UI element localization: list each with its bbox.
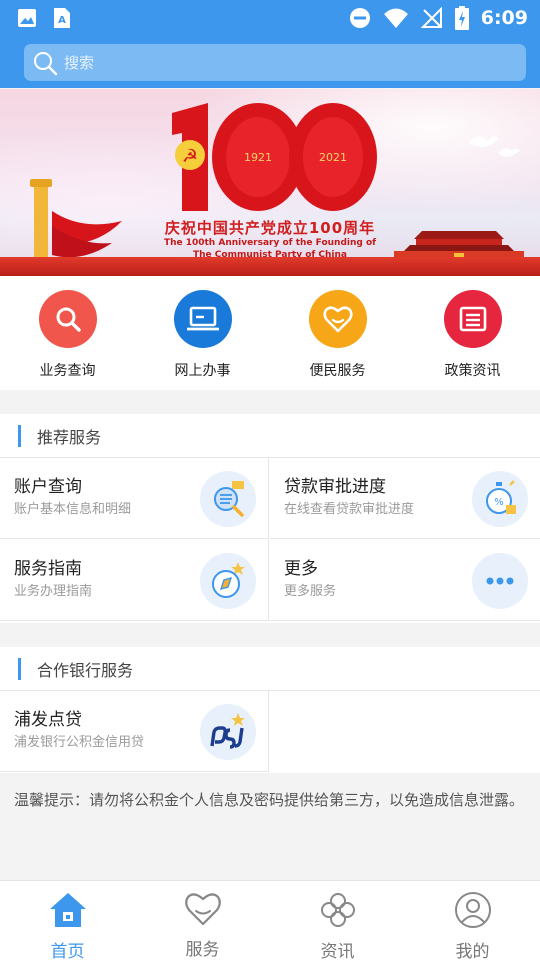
wifi-icon <box>383 8 408 28</box>
tab-label: 资讯 <box>320 942 355 960</box>
banner-title-en-1: The 100th Anniversary of the Founding of <box>163 238 377 248</box>
search-icon <box>34 51 58 75</box>
quick-action-label: 便民服务 <box>309 363 366 379</box>
card-subtitle: 账户基本信息和明细 <box>14 502 132 517</box>
card-subtitle: 在线查看贷款审批进度 <box>284 502 415 517</box>
tab-services[interactable]: 服务 <box>135 891 270 960</box>
service-loan-progress[interactable]: 贷款审批进度 在线查看贷款审批进度 % <box>270 458 540 539</box>
quick-action-label: 政策资讯 <box>444 363 501 379</box>
heart-icon <box>308 290 367 348</box>
warm-tip-notice: 温馨提示：请勿将公积金个人信息及密码提供给第三方，以免造成信息泄露。 <box>14 791 525 809</box>
clover-icon <box>320 893 355 927</box>
magnifier-doc-icon <box>200 471 256 527</box>
quick-action-business-query[interactable]: 业务查询 <box>0 290 135 380</box>
banner-title-cn: 庆祝中国共产党成立100周年 <box>164 219 376 237</box>
year-right: 2021 <box>319 151 347 164</box>
more-dots-icon <box>472 553 528 609</box>
card-title: 贷款审批进度 <box>284 477 386 497</box>
stopwatch-icon: % <box>472 471 528 527</box>
service-guide[interactable]: 服务指南 业务办理指南 <box>0 540 269 621</box>
tab-label: 首页 <box>50 942 85 960</box>
quick-action-label: 业务查询 <box>39 363 96 379</box>
svg-text:A: A <box>58 15 66 26</box>
tab-label: 服务 <box>185 940 220 960</box>
partner-bank-services: 合作银行服务 浦发点贷 浦发银行公积金信用贷 <box>0 647 540 773</box>
card-title: 更多 <box>284 559 318 579</box>
quick-action-policy-news[interactable]: 政策资讯 <box>405 290 540 380</box>
status-time: 6:09 <box>480 7 528 29</box>
user-icon <box>454 892 491 928</box>
tab-news[interactable]: 资讯 <box>270 891 405 960</box>
tab-home[interactable]: 首页 <box>0 891 135 960</box>
home-icon <box>49 893 86 927</box>
section-title: 推荐服务 <box>37 427 102 447</box>
search-icon <box>38 290 97 348</box>
search-input[interactable] <box>64 53 504 72</box>
compass-icon <box>200 553 256 609</box>
service-more[interactable]: 更多 更多服务 <box>270 540 540 621</box>
card-title: 服务指南 <box>14 559 82 579</box>
section-header: 推荐服务 <box>0 414 540 458</box>
service-spdb-loan[interactable]: 浦发点贷 浦发银行公积金信用贷 <box>0 691 269 772</box>
card-subtitle: 浦发银行公积金信用贷 <box>14 735 145 750</box>
card-title: 账户查询 <box>14 477 82 497</box>
news-icon <box>443 290 502 348</box>
app-header: A 6:09 <box>0 0 540 88</box>
service-account-query[interactable]: 账户查询 账户基本信息和明细 <box>0 458 269 539</box>
heart-icon <box>184 893 221 926</box>
search-bar[interactable] <box>24 44 526 81</box>
quick-action-label: 网上办事 <box>174 363 231 379</box>
laptop-icon <box>173 290 232 348</box>
tab-label: 我的 <box>455 942 490 960</box>
quick-actions: 业务查询 网上办事 便民服务 政策资讯 <box>0 276 540 390</box>
svg-text:%: % <box>494 497 504 508</box>
svg-text:☭: ☭ <box>182 146 198 167</box>
doves-icon <box>468 136 520 157</box>
card-subtitle: 业务办理指南 <box>14 584 93 599</box>
year-left: 1921 <box>244 151 272 164</box>
quick-action-convenience[interactable]: 便民服务 <box>270 290 405 380</box>
quick-action-online-service[interactable]: 网上办事 <box>135 290 270 380</box>
recommended-services: 推荐服务 账户查询 账户基本信息和明细 贷款审批进度 在线查看贷款审批进度 % … <box>0 414 540 623</box>
gallery-icon <box>18 9 36 27</box>
centenary-100-emblem: ☭ 1921 2021 <box>172 103 377 211</box>
card-title: 浦发点贷 <box>14 710 82 730</box>
section-accent-bar <box>18 424 21 447</box>
spdb-logo-icon <box>200 704 256 760</box>
status-bar: A 6:09 <box>0 0 540 36</box>
battery-charging-icon <box>454 6 469 30</box>
card-subtitle: 更多服务 <box>284 584 337 599</box>
section-accent-bar <box>18 657 21 680</box>
section-title: 合作银行服务 <box>37 660 134 680</box>
hero-banner[interactable]: ☭ 1921 2021 庆祝中国共产党成立100周年 The 100th Ann… <box>0 89 540 276</box>
do-not-disturb-icon <box>349 8 370 28</box>
bottom-tab-bar: 首页 服务 资讯 我的 <box>0 880 540 960</box>
tab-mine[interactable]: 我的 <box>405 891 540 960</box>
section-header: 合作银行服务 <box>0 647 540 691</box>
app-notification-icon: A <box>54 8 70 28</box>
banner-red-band <box>0 257 540 276</box>
no-signal-icon <box>420 7 442 28</box>
